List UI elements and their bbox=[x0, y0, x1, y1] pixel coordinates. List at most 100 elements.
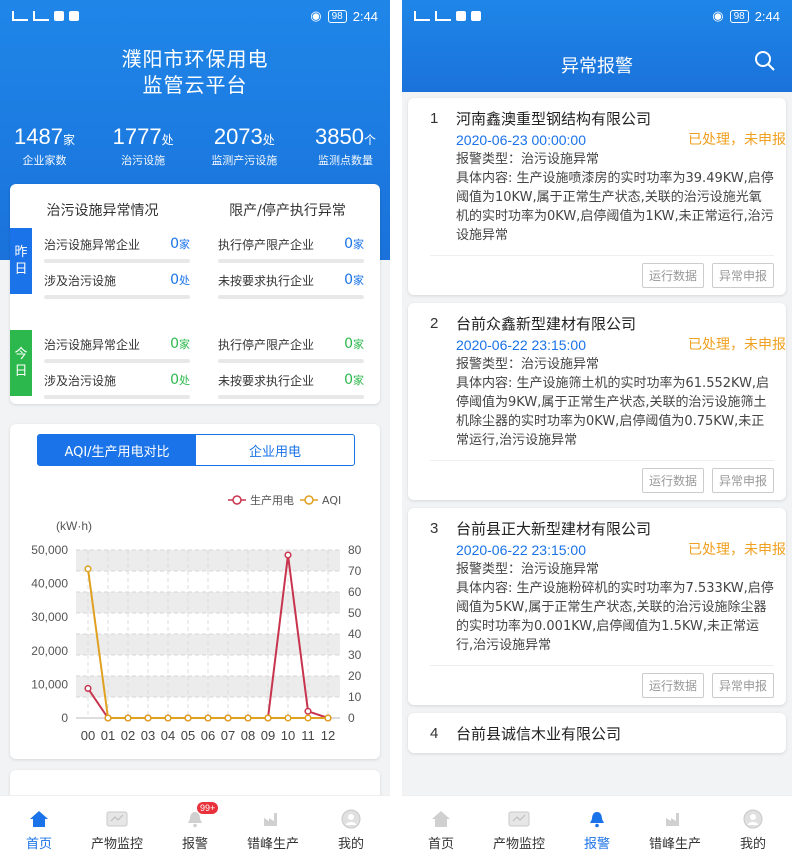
today-block: 今日 治污设施异常企业 0家 执行停产限产企业 0家 涉及治污设施 0处 未按要求执行… bbox=[10, 330, 380, 399]
tag-char: 日 bbox=[14, 364, 28, 379]
signal-icon bbox=[414, 11, 430, 21]
tab-alarm[interactable]: 99+ 报警 bbox=[156, 796, 234, 865]
today-limited-enterprises[interactable]: 执行停产限产企业 0家 bbox=[218, 336, 364, 363]
stat-label: 监测产污设施 bbox=[211, 154, 278, 167]
data-point bbox=[244, 714, 252, 722]
user-icon bbox=[742, 809, 764, 829]
stat-monitored-facilities[interactable]: 2073处 监测产污设施 bbox=[211, 124, 277, 168]
cell-bar bbox=[44, 259, 190, 263]
y-tick-label-left: 0 bbox=[61, 711, 68, 725]
alarm-item[interactable]: 2 台前众鑫新型建材有限公司 2020-06-22 23:15:00 已处理，未申… bbox=[408, 303, 786, 500]
tab-label: 首页 bbox=[427, 837, 454, 852]
report-abnormal-button[interactable]: 异常申报 bbox=[711, 673, 774, 698]
tab-home[interactable]: 首页 bbox=[402, 796, 480, 865]
eye-icon: ◉ bbox=[310, 8, 322, 23]
notification-icon bbox=[69, 11, 79, 21]
cell-unit: 处 bbox=[179, 374, 190, 387]
tab-pollution-monitor[interactable]: 产物监控 bbox=[78, 796, 156, 865]
x-tick-label: 01 bbox=[101, 728, 115, 743]
alarm-content-prefix: 具体内容: bbox=[456, 171, 517, 186]
today-abnormal-enterprises[interactable]: 治污设施异常企业 0家 bbox=[44, 336, 190, 363]
x-tick-label: 02 bbox=[121, 728, 135, 743]
tab-label: 产物监控 bbox=[90, 837, 143, 852]
data-point bbox=[204, 714, 212, 722]
tab-aqi-comparison[interactable]: AQI/生产用电对比 bbox=[38, 435, 196, 465]
home-screen: ◉ 98 2:44 濮阳市环保用电 监管云平台 1487家 企业家数 1777处 治污设… bbox=[0, 0, 390, 865]
alarm-status: 已处理，未申报 bbox=[688, 337, 786, 353]
tab-label: 产物监控 bbox=[492, 837, 545, 852]
stat-enterprises[interactable]: 1487家 企业家数 bbox=[14, 124, 75, 168]
cell-unit: 家 bbox=[353, 374, 364, 387]
x-tick-label: 04 bbox=[161, 728, 175, 743]
yesterday-noncompliant-enterprises[interactable]: 未按要求执行企业 0家 bbox=[218, 272, 364, 299]
alarm-index: 2 bbox=[430, 315, 439, 332]
tab-profile[interactable]: 我的 bbox=[312, 796, 390, 865]
alarm-index: 1 bbox=[430, 110, 439, 127]
y-tick-label-left: 50,000 bbox=[31, 543, 68, 557]
signal-icon bbox=[435, 11, 451, 21]
stat-unit: 个 bbox=[363, 133, 376, 147]
cell-unit: 家 bbox=[179, 338, 190, 351]
cell-number: 0 bbox=[170, 336, 179, 352]
alarm-type: 报警类型：治污设施异常 bbox=[456, 355, 774, 374]
alarm-item[interactable]: 1 河南鑫澳重型钢结构有限公司 2020-06-23 00:00:00 已处理，未… bbox=[408, 98, 786, 295]
x-tick-label: 12 bbox=[321, 728, 335, 743]
x-tick-label: 00 bbox=[81, 728, 95, 743]
alarm-content: 具体内容: 生产设施粉碎机的实时功率为7.533KW,启停阈值为5KW,属于正常… bbox=[456, 579, 774, 655]
home-icon bbox=[28, 809, 50, 829]
factory-icon bbox=[262, 809, 284, 829]
legend-marker bbox=[304, 495, 314, 505]
tab-profile[interactable]: 我的 bbox=[714, 796, 792, 865]
cell-bar bbox=[218, 395, 364, 399]
tab-peak-shift[interactable]: 错峰生产 bbox=[234, 796, 312, 865]
y-tick-label-left: 30,000 bbox=[31, 610, 68, 624]
alarm-type-prefix: 报警类型： bbox=[456, 152, 522, 167]
data-point bbox=[84, 565, 92, 573]
stat-monitor-points[interactable]: 3850个 监测点数量 bbox=[315, 124, 376, 168]
yesterday-involved-facilities[interactable]: 涉及治污设施 0处 bbox=[44, 272, 190, 299]
report-abnormal-button[interactable]: 异常申报 bbox=[711, 468, 774, 493]
run-data-button[interactable]: 运行数据 bbox=[641, 263, 704, 288]
alarm-index: 3 bbox=[430, 520, 439, 537]
alarm-item[interactable]: 4 台前县诚信木业有限公司 bbox=[408, 713, 786, 753]
tab-alarm[interactable]: 报警 bbox=[558, 796, 636, 865]
alarm-screen: ◉ 98 2:44 异常报警 1 河南鑫澳重型钢结构有限公司 2020-06-23 … bbox=[402, 0, 792, 865]
today-tag: 今日 bbox=[10, 330, 32, 396]
alarm-index: 4 bbox=[430, 725, 439, 742]
yesterday-abnormal-enterprises[interactable]: 治污设施异常企业 0家 bbox=[44, 236, 190, 263]
yesterday-limited-enterprises[interactable]: 执行停产限产企业 0家 bbox=[218, 236, 364, 263]
legend-label: AQI bbox=[322, 494, 341, 507]
today-noncompliant-enterprises[interactable]: 未按要求执行企业 0家 bbox=[218, 372, 364, 399]
stat-facilities[interactable]: 1777处 治污设施 bbox=[113, 124, 174, 168]
cell-value: 0家 bbox=[344, 372, 364, 388]
report-abnormal-button[interactable]: 异常申报 bbox=[711, 263, 774, 288]
tab-label: 报警 bbox=[583, 837, 610, 852]
cell-number: 0 bbox=[344, 272, 353, 288]
factory-icon bbox=[664, 809, 686, 829]
alarm-item[interactable]: 3 台前县正大新型建材有限公司 2020-06-22 23:15:00 已处理，未… bbox=[408, 508, 786, 705]
alarm-content: 具体内容: 生产设施筛土机的实时功率为61.552KW,启停阈值为9KW,属于正… bbox=[456, 374, 774, 450]
run-data-button[interactable]: 运行数据 bbox=[641, 673, 704, 698]
notification-icon bbox=[54, 11, 64, 21]
tab-label: 错峰生产 bbox=[246, 837, 299, 852]
tab-label: 首页 bbox=[25, 837, 52, 852]
clock: 2:44 bbox=[352, 8, 378, 24]
monitor-icon bbox=[508, 809, 530, 829]
y-tick-label-right: 30 bbox=[348, 648, 362, 662]
y-tick-label-right: 40 bbox=[348, 627, 362, 641]
alarm-type-value: 治污设施异常 bbox=[521, 357, 600, 372]
alarm-actions: 运行数据 异常申报 bbox=[430, 460, 774, 500]
alarm-badge: 99+ bbox=[197, 802, 219, 814]
alarm-company: 台前县诚信木业有限公司 bbox=[456, 725, 622, 743]
tab-pollution-monitor[interactable]: 产物监控 bbox=[480, 796, 558, 865]
tab-enterprise-power[interactable]: 企业用电 bbox=[196, 435, 354, 465]
tab-peak-shift[interactable]: 错峰生产 bbox=[636, 796, 714, 865]
alarm-time: 2020-06-23 00:00:00 bbox=[456, 132, 586, 148]
cell-label: 治污设施异常企业 bbox=[44, 238, 141, 252]
search-icon[interactable] bbox=[754, 50, 776, 76]
tab-home[interactable]: 首页 bbox=[0, 796, 78, 865]
today-involved-facilities[interactable]: 涉及治污设施 0处 bbox=[44, 372, 190, 399]
run-data-button[interactable]: 运行数据 bbox=[641, 468, 704, 493]
cell-label: 执行停产限产企业 bbox=[218, 338, 315, 352]
cell-label: 未按要求执行企业 bbox=[218, 274, 315, 288]
